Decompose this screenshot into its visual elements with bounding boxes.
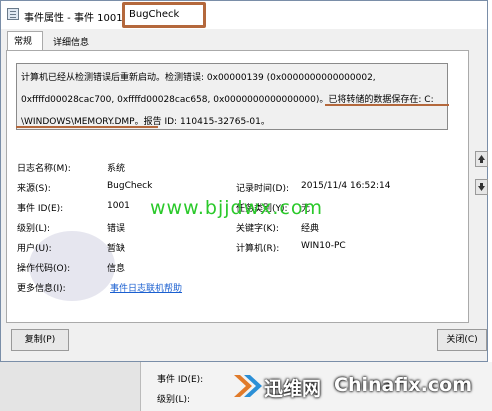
source-label: 来源(S): <box>17 184 51 194</box>
event-log-help-link[interactable]: 事件日志联机帮助 <box>110 281 182 294</box>
level-label: 级别(L): <box>17 224 51 234</box>
background-left-pane <box>0 362 141 411</box>
window-title: 事件属性 - 事件 1001 <box>24 13 123 24</box>
arrow-up-icon <box>478 155 485 163</box>
close-button[interactable]: 关闭(C) <box>437 329 487 351</box>
event-description[interactable]: 计算机已经从检测错误后重新启动。检测错误: 0x00000139 (0x0000… <box>16 63 448 130</box>
brand-cn-text: 迅维网 <box>264 378 322 400</box>
opcode-value: 信息 <box>107 264 126 274</box>
event-id-value: 1001 <box>107 201 130 211</box>
annotation-underline <box>16 126 158 128</box>
description-line-2: 0xffffd00028cac700, 0xffffd00028cac658, … <box>21 95 434 105</box>
general-tab-panel: 计算机已经从检测错误后重新启动。检测错误: 0x00000139 (0x0000… <box>6 50 469 323</box>
annotation-box <box>122 2 206 28</box>
tab-general[interactable]: 常规 <box>7 31 43 51</box>
title-bar: 事件属性 - 事件 1001 BugCheck <box>1 1 487 29</box>
opcode-label: 操作代码(O): <box>17 264 71 274</box>
log-name-value: 系统 <box>107 164 126 174</box>
user-label: 用户(U): <box>17 244 52 254</box>
user-value: 暂缺 <box>107 244 126 254</box>
log-name-label: 日志名称(M): <box>17 164 71 174</box>
tab-details[interactable]: 详细信息 <box>47 33 103 49</box>
annotation-underline <box>325 104 449 106</box>
previous-event-button[interactable] <box>475 151 488 167</box>
event-id-label: 事件 ID(E): <box>17 204 64 214</box>
keywords-value: 经典 <box>301 224 320 234</box>
copy-button[interactable]: 复制(P) <box>11 329 69 351</box>
brand-en-text: Chinafix.com <box>334 374 473 396</box>
event-viewer-icon <box>7 8 19 20</box>
bg-event-id-label: 事件 ID(E): <box>157 375 204 385</box>
next-event-button[interactable] <box>475 179 488 195</box>
logged-label: 记录时间(D): <box>236 184 289 194</box>
more-info-label: 更多信息(I): <box>17 284 66 294</box>
chinafix-logo-icon <box>234 375 262 397</box>
arrow-down-icon <box>478 183 485 191</box>
bg-level-label: 级别(L): <box>157 395 191 405</box>
computer-value: WIN10-PC <box>301 241 346 251</box>
description-line-1: 计算机已经从检测错误后重新启动。检测错误: 0x00000139 (0x0000… <box>21 73 376 83</box>
site-watermark: 迅维网 Chinafix.com <box>232 368 492 408</box>
level-value: 错误 <box>107 224 126 234</box>
source-value: BugCheck <box>107 181 153 191</box>
event-properties-dialog: 事件属性 - 事件 1001 BugCheck 常规 详细信息 计算机已经从检测… <box>0 0 488 362</box>
computer-label: 计算机(R): <box>236 244 280 254</box>
watermark-url: www.bjjdwx.com <box>150 197 323 219</box>
logged-value: 2015/11/4 16:52:14 <box>301 181 391 191</box>
keywords-label: 关键字(K): <box>236 224 279 234</box>
